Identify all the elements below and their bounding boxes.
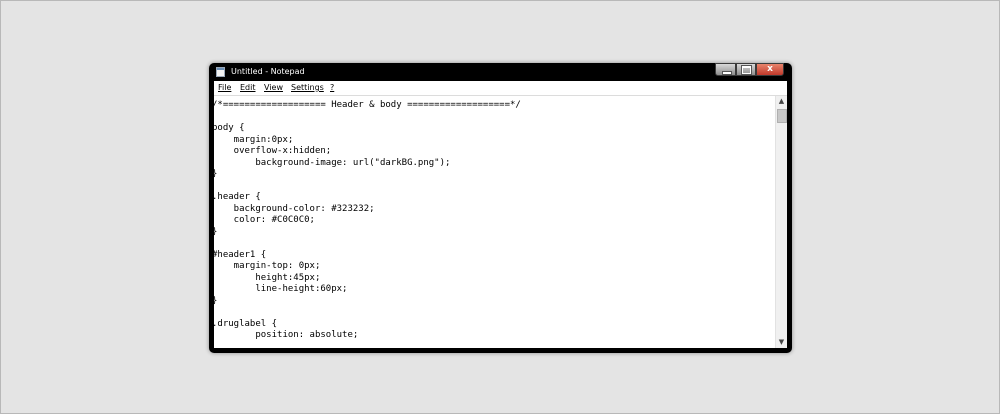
editor-line: } [214, 227, 217, 239]
minimize-icon [722, 71, 732, 75]
maximize-button[interactable] [736, 63, 756, 76]
menu-edit[interactable]: Edit [240, 81, 256, 95]
minimize-button[interactable] [715, 63, 736, 76]
editor-line: .header { [214, 192, 261, 202]
client-area: File Edit View Settings ? /*============… [214, 81, 787, 348]
editor-line: #header1 { [214, 249, 267, 260]
editor-line: body { [214, 123, 245, 133]
editor-line: position: absolute; [214, 330, 359, 340]
editor-line: background-color: #323232; [214, 203, 375, 214]
vertical-scrollbar[interactable]: ▲ ▼ [775, 96, 787, 348]
notepad-icon [216, 67, 225, 77]
chevron-up-icon[interactable]: ▲ [776, 96, 787, 107]
menu-help[interactable]: ? [330, 81, 334, 95]
menu-settings[interactable]: Settings [291, 81, 324, 95]
editor-line: background-image: url("darkBG.png"); [214, 157, 451, 168]
close-icon: x [767, 64, 773, 74]
close-button[interactable]: x [756, 63, 784, 76]
scrollbar-thumb[interactable] [777, 109, 787, 123]
editor-line: /*=================== Header & body ====… [214, 100, 521, 110]
editor-line: margin-top: 0px; [214, 261, 321, 271]
menu-bar: File Edit View Settings ? [214, 81, 787, 96]
maximize-icon [741, 65, 752, 75]
chevron-down-icon[interactable]: ▼ [776, 337, 787, 348]
menu-file[interactable]: File [218, 81, 231, 95]
editor-line: color: #C0C0C0; [214, 215, 315, 225]
editor-line: line-height:60px; [214, 284, 348, 294]
editor-line: .druglabel { [214, 318, 278, 329]
title-bar[interactable]: Untitled - Notepad x [209, 63, 792, 81]
notepad-window: Untitled - Notepad x File Edit View Sett… [209, 63, 792, 353]
window-title: Untitled - Notepad [231, 67, 305, 76]
editor-line: margin:0px; [214, 134, 294, 145]
menu-view[interactable]: View [264, 81, 283, 95]
text-editor[interactable]: /*=================== Header & body ====… [214, 96, 775, 348]
editor-line: overflow-x:hidden; [214, 146, 332, 156]
editor-line: } [214, 296, 217, 308]
editor-line: } [214, 169, 217, 181]
editor-line: height:45px; [214, 272, 321, 283]
